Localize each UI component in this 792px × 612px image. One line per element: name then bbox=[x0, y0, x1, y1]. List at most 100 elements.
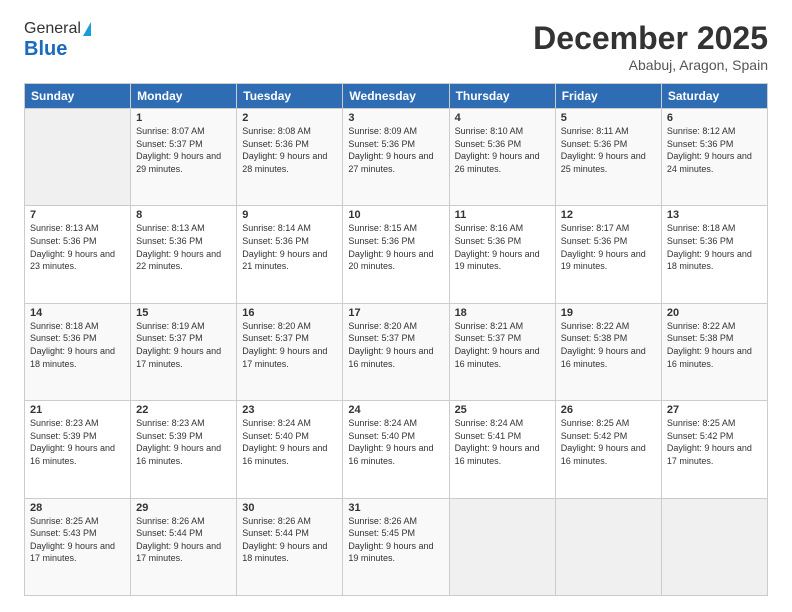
day-info: Sunrise: 8:22 AMSunset: 5:38 PMDaylight:… bbox=[561, 320, 656, 370]
page: General Blue December 2025 Ababuj, Arago… bbox=[0, 0, 792, 612]
calendar-cell: 16Sunrise: 8:20 AMSunset: 5:37 PMDayligh… bbox=[237, 303, 343, 400]
day-number: 8 bbox=[136, 209, 231, 221]
day-info: Sunrise: 8:24 AMSunset: 5:40 PMDaylight:… bbox=[348, 417, 443, 467]
calendar-cell: 21Sunrise: 8:23 AMSunset: 5:39 PMDayligh… bbox=[25, 401, 131, 498]
day-info: Sunrise: 8:26 AMSunset: 5:45 PMDaylight:… bbox=[348, 515, 443, 565]
day-number: 12 bbox=[561, 209, 656, 221]
calendar-week-row: 21Sunrise: 8:23 AMSunset: 5:39 PMDayligh… bbox=[25, 401, 768, 498]
calendar-cell: 17Sunrise: 8:20 AMSunset: 5:37 PMDayligh… bbox=[343, 303, 449, 400]
day-number: 10 bbox=[348, 209, 443, 221]
day-number: 11 bbox=[455, 209, 550, 221]
weekday-header: Sunday bbox=[25, 84, 131, 109]
calendar-cell: 20Sunrise: 8:22 AMSunset: 5:38 PMDayligh… bbox=[661, 303, 767, 400]
calendar-week-row: 7Sunrise: 8:13 AMSunset: 5:36 PMDaylight… bbox=[25, 206, 768, 303]
calendar-cell: 28Sunrise: 8:25 AMSunset: 5:43 PMDayligh… bbox=[25, 498, 131, 595]
day-number: 21 bbox=[30, 404, 125, 416]
calendar-cell: 31Sunrise: 8:26 AMSunset: 5:45 PMDayligh… bbox=[343, 498, 449, 595]
logo: General Blue bbox=[24, 20, 91, 61]
day-info: Sunrise: 8:25 AMSunset: 5:42 PMDaylight:… bbox=[561, 417, 656, 467]
day-info: Sunrise: 8:07 AMSunset: 5:37 PMDaylight:… bbox=[136, 125, 231, 175]
day-info: Sunrise: 8:14 AMSunset: 5:36 PMDaylight:… bbox=[242, 222, 337, 272]
day-number: 29 bbox=[136, 502, 231, 514]
day-number: 7 bbox=[30, 209, 125, 221]
calendar-cell bbox=[555, 498, 661, 595]
calendar-week-row: 1Sunrise: 8:07 AMSunset: 5:37 PMDaylight… bbox=[25, 109, 768, 206]
day-info: Sunrise: 8:08 AMSunset: 5:36 PMDaylight:… bbox=[242, 125, 337, 175]
day-number: 5 bbox=[561, 112, 656, 124]
calendar-cell: 7Sunrise: 8:13 AMSunset: 5:36 PMDaylight… bbox=[25, 206, 131, 303]
calendar-cell: 13Sunrise: 8:18 AMSunset: 5:36 PMDayligh… bbox=[661, 206, 767, 303]
location: Ababuj, Aragon, Spain bbox=[533, 57, 768, 73]
month-title: December 2025 bbox=[533, 20, 768, 57]
calendar-cell: 24Sunrise: 8:24 AMSunset: 5:40 PMDayligh… bbox=[343, 401, 449, 498]
day-info: Sunrise: 8:13 AMSunset: 5:36 PMDaylight:… bbox=[136, 222, 231, 272]
calendar-week-row: 28Sunrise: 8:25 AMSunset: 5:43 PMDayligh… bbox=[25, 498, 768, 595]
calendar-cell: 19Sunrise: 8:22 AMSunset: 5:38 PMDayligh… bbox=[555, 303, 661, 400]
day-number: 2 bbox=[242, 112, 337, 124]
day-number: 13 bbox=[667, 209, 762, 221]
day-number: 9 bbox=[242, 209, 337, 221]
day-number: 25 bbox=[455, 404, 550, 416]
calendar-cell: 22Sunrise: 8:23 AMSunset: 5:39 PMDayligh… bbox=[131, 401, 237, 498]
calendar-cell: 18Sunrise: 8:21 AMSunset: 5:37 PMDayligh… bbox=[449, 303, 555, 400]
calendar-cell: 30Sunrise: 8:26 AMSunset: 5:44 PMDayligh… bbox=[237, 498, 343, 595]
day-info: Sunrise: 8:18 AMSunset: 5:36 PMDaylight:… bbox=[667, 222, 762, 272]
calendar-cell: 26Sunrise: 8:25 AMSunset: 5:42 PMDayligh… bbox=[555, 401, 661, 498]
day-info: Sunrise: 8:26 AMSunset: 5:44 PMDaylight:… bbox=[242, 515, 337, 565]
day-number: 31 bbox=[348, 502, 443, 514]
logo-general-text: General bbox=[24, 20, 81, 38]
calendar-cell: 4Sunrise: 8:10 AMSunset: 5:36 PMDaylight… bbox=[449, 109, 555, 206]
calendar-cell: 27Sunrise: 8:25 AMSunset: 5:42 PMDayligh… bbox=[661, 401, 767, 498]
calendar-cell: 12Sunrise: 8:17 AMSunset: 5:36 PMDayligh… bbox=[555, 206, 661, 303]
day-info: Sunrise: 8:19 AMSunset: 5:37 PMDaylight:… bbox=[136, 320, 231, 370]
logo-blue-text: Blue bbox=[24, 38, 67, 61]
day-number: 3 bbox=[348, 112, 443, 124]
calendar-cell: 25Sunrise: 8:24 AMSunset: 5:41 PMDayligh… bbox=[449, 401, 555, 498]
day-info: Sunrise: 8:10 AMSunset: 5:36 PMDaylight:… bbox=[455, 125, 550, 175]
day-number: 23 bbox=[242, 404, 337, 416]
calendar-cell: 8Sunrise: 8:13 AMSunset: 5:36 PMDaylight… bbox=[131, 206, 237, 303]
day-number: 28 bbox=[30, 502, 125, 514]
day-info: Sunrise: 8:12 AMSunset: 5:36 PMDaylight:… bbox=[667, 125, 762, 175]
day-number: 26 bbox=[561, 404, 656, 416]
day-number: 14 bbox=[30, 307, 125, 319]
day-info: Sunrise: 8:18 AMSunset: 5:36 PMDaylight:… bbox=[30, 320, 125, 370]
calendar-cell: 23Sunrise: 8:24 AMSunset: 5:40 PMDayligh… bbox=[237, 401, 343, 498]
day-info: Sunrise: 8:17 AMSunset: 5:36 PMDaylight:… bbox=[561, 222, 656, 272]
day-number: 1 bbox=[136, 112, 231, 124]
weekday-header: Wednesday bbox=[343, 84, 449, 109]
day-number: 24 bbox=[348, 404, 443, 416]
calendar-cell: 10Sunrise: 8:15 AMSunset: 5:36 PMDayligh… bbox=[343, 206, 449, 303]
calendar-header-row: SundayMondayTuesdayWednesdayThursdayFrid… bbox=[25, 84, 768, 109]
day-info: Sunrise: 8:26 AMSunset: 5:44 PMDaylight:… bbox=[136, 515, 231, 565]
day-info: Sunrise: 8:24 AMSunset: 5:40 PMDaylight:… bbox=[242, 417, 337, 467]
title-block: December 2025 Ababuj, Aragon, Spain bbox=[533, 20, 768, 73]
day-number: 30 bbox=[242, 502, 337, 514]
day-info: Sunrise: 8:13 AMSunset: 5:36 PMDaylight:… bbox=[30, 222, 125, 272]
weekday-header: Monday bbox=[131, 84, 237, 109]
weekday-header: Saturday bbox=[661, 84, 767, 109]
day-number: 20 bbox=[667, 307, 762, 319]
calendar-cell: 1Sunrise: 8:07 AMSunset: 5:37 PMDaylight… bbox=[131, 109, 237, 206]
calendar-table: SundayMondayTuesdayWednesdayThursdayFrid… bbox=[24, 83, 768, 596]
weekday-header: Tuesday bbox=[237, 84, 343, 109]
calendar-cell bbox=[661, 498, 767, 595]
day-info: Sunrise: 8:20 AMSunset: 5:37 PMDaylight:… bbox=[242, 320, 337, 370]
logo-triangle-icon bbox=[83, 22, 91, 36]
calendar-cell: 11Sunrise: 8:16 AMSunset: 5:36 PMDayligh… bbox=[449, 206, 555, 303]
day-info: Sunrise: 8:25 AMSunset: 5:42 PMDaylight:… bbox=[667, 417, 762, 467]
day-info: Sunrise: 8:24 AMSunset: 5:41 PMDaylight:… bbox=[455, 417, 550, 467]
day-info: Sunrise: 8:11 AMSunset: 5:36 PMDaylight:… bbox=[561, 125, 656, 175]
calendar-cell: 5Sunrise: 8:11 AMSunset: 5:36 PMDaylight… bbox=[555, 109, 661, 206]
calendar-cell: 29Sunrise: 8:26 AMSunset: 5:44 PMDayligh… bbox=[131, 498, 237, 595]
calendar-week-row: 14Sunrise: 8:18 AMSunset: 5:36 PMDayligh… bbox=[25, 303, 768, 400]
day-info: Sunrise: 8:20 AMSunset: 5:37 PMDaylight:… bbox=[348, 320, 443, 370]
day-info: Sunrise: 8:23 AMSunset: 5:39 PMDaylight:… bbox=[30, 417, 125, 467]
day-number: 27 bbox=[667, 404, 762, 416]
day-number: 19 bbox=[561, 307, 656, 319]
day-info: Sunrise: 8:21 AMSunset: 5:37 PMDaylight:… bbox=[455, 320, 550, 370]
day-number: 18 bbox=[455, 307, 550, 319]
day-info: Sunrise: 8:22 AMSunset: 5:38 PMDaylight:… bbox=[667, 320, 762, 370]
day-info: Sunrise: 8:23 AMSunset: 5:39 PMDaylight:… bbox=[136, 417, 231, 467]
day-number: 16 bbox=[242, 307, 337, 319]
